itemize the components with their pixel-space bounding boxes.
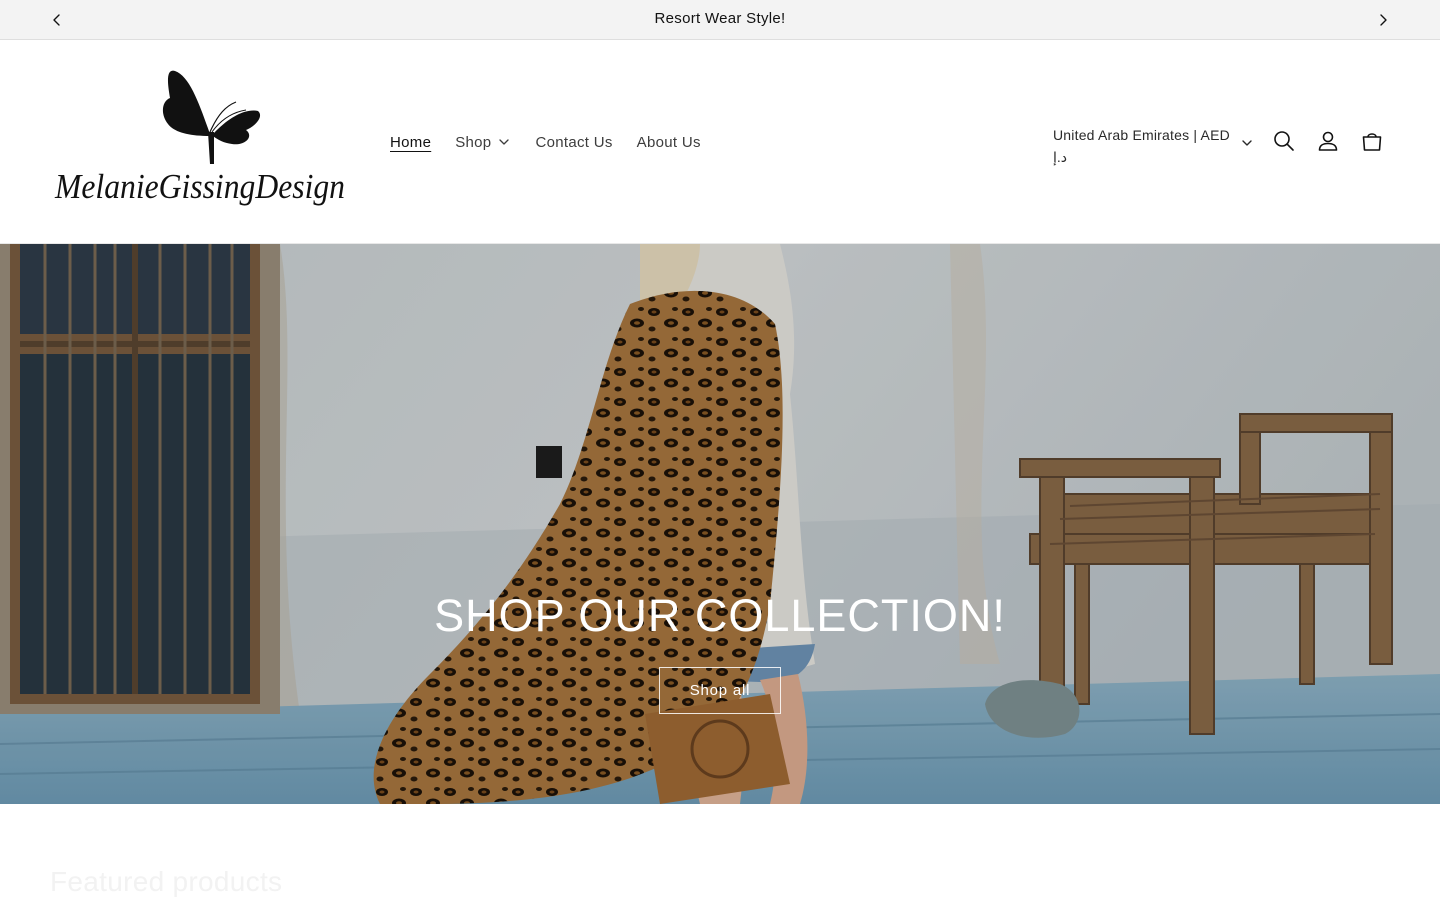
account-icon — [1318, 131, 1338, 151]
nav-about-label: About Us — [636, 133, 701, 151]
search-button[interactable] — [1267, 124, 1301, 158]
nav-about[interactable]: About Us — [625, 134, 713, 151]
country-selector[interactable]: United Arab Emirates | AED د.إ — [1044, 122, 1260, 168]
featured-products-heading: Featured products — [50, 866, 283, 897]
nav-shop-label: Shop — [455, 133, 492, 151]
chevron-down-icon — [1242, 140, 1252, 146]
main-nav: Home Shop Contact Us About Us — [378, 128, 713, 156]
cart-icon — [1362, 133, 1382, 151]
hero-banner: SHOP OUR COLLECTION! Shop all — [0, 244, 1440, 804]
shop-all-button[interactable]: Shop all — [659, 667, 781, 714]
search-icon — [1274, 131, 1294, 151]
site-header: MelanieGissingDesign Home Shop Contact U… — [0, 40, 1440, 244]
logo-text: MelanieGissingDesign — [54, 167, 345, 206]
announcement-next-button[interactable] — [1371, 8, 1395, 32]
chevron-down-icon — [499, 139, 510, 145]
nav-home-label: Home — [390, 133, 432, 151]
cart-button[interactable] — [1355, 124, 1389, 158]
chevron-right-icon — [1380, 14, 1387, 26]
country-label: United Arab Emirates | AED — [1053, 127, 1230, 143]
nav-contact[interactable]: Contact Us — [523, 134, 624, 151]
announcement-text: Resort Wear Style! — [654, 10, 786, 27]
nav-home[interactable]: Home — [378, 134, 443, 151]
announcement-bar: Resort Wear Style! — [0, 0, 1440, 40]
country-selector-text: United Arab Emirates | AED د.إ — [1053, 124, 1237, 168]
hero-heading: SHOP OUR COLLECTION! — [434, 590, 1006, 641]
account-button[interactable] — [1311, 124, 1345, 158]
currency-symbol: د.إ — [1053, 149, 1068, 165]
hero-image — [0, 244, 1440, 804]
site-logo[interactable]: MelanieGissingDesign — [50, 66, 350, 216]
nav-contact-label: Contact Us — [535, 133, 613, 151]
butterfly-logo: MelanieGissingDesign — [54, 70, 345, 206]
nav-shop[interactable]: Shop — [443, 134, 523, 151]
